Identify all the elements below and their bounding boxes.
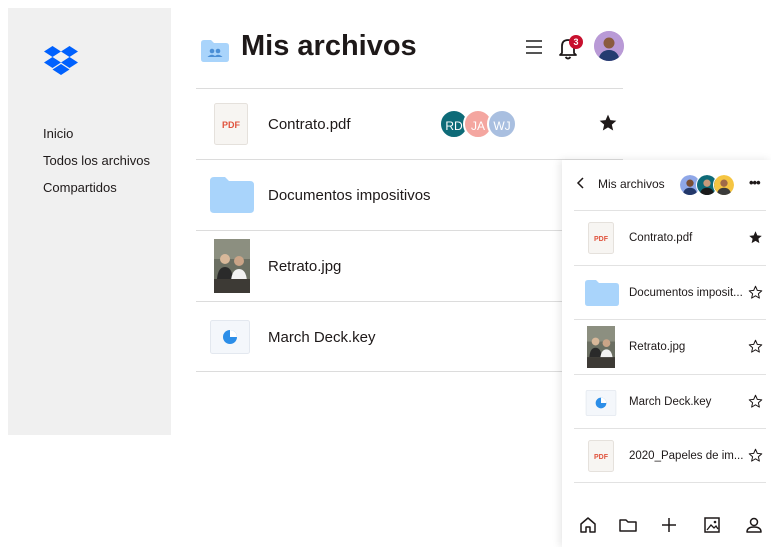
mobile-file-row[interactable]: Retrato.jpg: [574, 319, 766, 374]
star-filled-icon[interactable]: [748, 230, 763, 245]
chevron-left-icon[interactable]: [576, 176, 586, 193]
main-content: Mis archivos 3 PDF Contrato.pdf RD JA WJ…: [196, 8, 624, 435]
file-name: Contrato.pdf: [268, 116, 351, 133]
page-header: Mis archivos 3: [196, 28, 624, 68]
sidebar-item-inicio[interactable]: Inicio: [43, 120, 150, 147]
file-name: Documentos imposit...: [629, 286, 743, 299]
file-row[interactable]: Retrato.jpg: [196, 230, 623, 301]
file-name: March Deck.key: [268, 329, 376, 346]
pdf-file-icon: PDF: [588, 222, 614, 254]
file-name: Contrato.pdf: [629, 232, 693, 244]
pdf-label: PDF: [222, 120, 241, 130]
pdf-file-icon: PDF: [214, 103, 248, 145]
sidebar-nav: Inicio Todos los archivos Compartidos: [43, 120, 150, 201]
star-outline-icon[interactable]: [748, 339, 763, 354]
mobile-file-list: PDF Contrato.pdf Documentos imposit... R…: [574, 210, 766, 483]
desktop-window: Inicio Todos los archivos Compartidos Mi…: [8, 8, 624, 435]
hamburger-icon[interactable]: [526, 40, 542, 54]
file-name: 2020_Papeles de im...: [629, 450, 744, 462]
mobile-header: Mis archivos •••: [562, 160, 771, 210]
dropbox-logo-icon[interactable]: [44, 46, 78, 76]
sidebar-item-todos-los-archivos[interactable]: Todos los archivos: [43, 147, 150, 174]
sidebar-item-compartidos[interactable]: Compartidos: [43, 174, 150, 201]
more-icon[interactable]: •••: [749, 175, 761, 190]
plus-icon[interactable]: [659, 515, 679, 535]
keynote-file-icon: [210, 320, 250, 354]
image-thumbnail: [214, 239, 250, 293]
home-icon[interactable]: [578, 515, 598, 535]
user-avatar-icon: [594, 31, 624, 61]
keynote-file-icon: [585, 389, 617, 416]
mobile-title: Mis archivos: [598, 177, 665, 191]
image-thumbnail: [587, 326, 615, 368]
mobile-tab-bar: [562, 515, 771, 539]
pdf-file-icon: PDF: [588, 440, 614, 472]
file-name: March Deck.key: [629, 395, 712, 408]
star-outline-icon[interactable]: [748, 285, 763, 300]
file-row[interactable]: March Deck.key: [196, 301, 623, 372]
file-list: PDF Contrato.pdf RD JA WJ Documentos imp…: [196, 88, 623, 372]
shared-folder-icon: [201, 40, 229, 62]
star-outline-icon[interactable]: [748, 448, 763, 463]
folder-icon: [210, 177, 254, 213]
mobile-file-row[interactable]: PDF 2020_Papeles de im...: [574, 428, 766, 483]
account-icon[interactable]: [744, 515, 764, 535]
avatar[interactable]: [594, 31, 624, 61]
file-name: Documentos impositivos: [268, 187, 431, 204]
folder-icon: [585, 279, 619, 306]
photos-icon[interactable]: [702, 515, 722, 535]
star-filled-icon[interactable]: [598, 113, 618, 133]
mobile-file-row[interactable]: Documentos imposit...: [574, 264, 766, 320]
file-name: Retrato.jpg: [629, 341, 686, 353]
notification-badge: 3: [569, 35, 583, 49]
pdf-label: PDF: [594, 454, 609, 461]
sidebar: Inicio Todos los archivos Compartidos: [8, 8, 171, 435]
mobile-panel: Mis archivos ••• PDF Contrato.pdf Docume…: [562, 160, 771, 547]
pdf-label: PDF: [594, 236, 609, 243]
star-outline-icon[interactable]: [748, 394, 763, 409]
page-title: Mis archivos: [241, 30, 417, 62]
collaborator-avatar: WJ: [487, 109, 517, 139]
collaborator-avatar: [713, 174, 735, 196]
file-name: Retrato.jpg: [268, 258, 342, 275]
mobile-file-row[interactable]: PDF Contrato.pdf: [574, 210, 766, 265]
file-row[interactable]: Documentos impositivos: [196, 159, 623, 230]
file-row[interactable]: PDF Contrato.pdf RD JA WJ: [196, 88, 623, 159]
mobile-file-row[interactable]: March Deck.key: [574, 373, 766, 429]
folder-icon[interactable]: [618, 515, 638, 535]
